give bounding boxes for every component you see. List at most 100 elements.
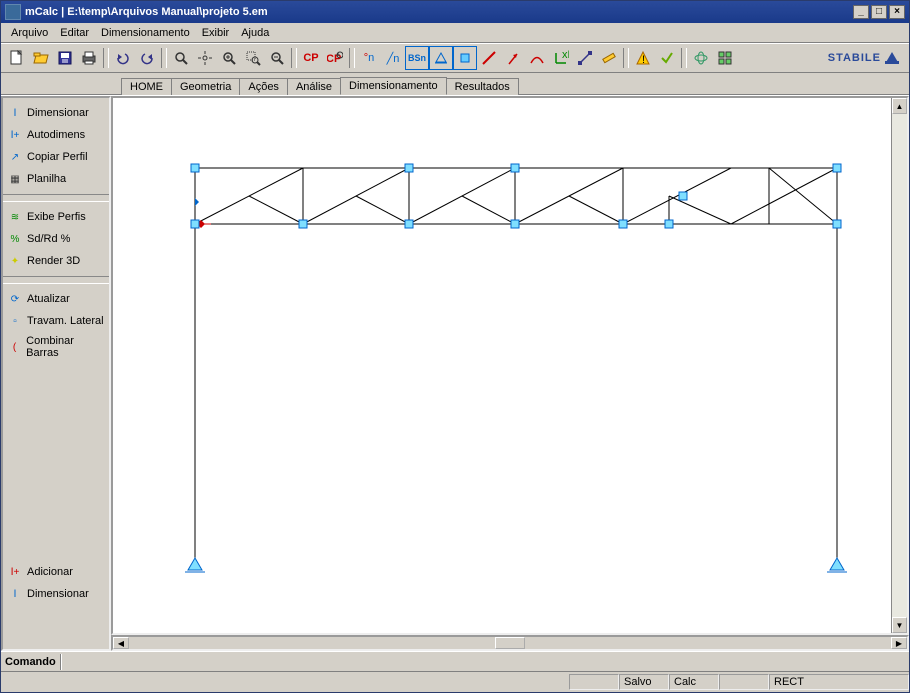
menu-editar[interactable]: Editar	[54, 25, 95, 41]
refresh-icon: ⟳	[7, 291, 23, 307]
view3d-icon[interactable]	[689, 46, 713, 70]
sidebar-item-travam[interactable]: ▫Travam. Lateral	[3, 310, 109, 332]
measure-icon[interactable]	[597, 46, 621, 70]
sidebar-item-autodimens[interactable]: Ⅰ+ Autodimens	[3, 124, 109, 146]
sidebar-item-combinar[interactable]: (Combinar Barras	[3, 332, 109, 362]
redo-icon[interactable]	[135, 46, 159, 70]
sidebar-item-label: Sd/Rd %	[27, 233, 70, 245]
cp-reset-icon[interactable]: CP	[323, 46, 347, 70]
menu-dimensionamento[interactable]: Dimensionamento	[95, 25, 196, 41]
axis-icon[interactable]: xL	[549, 46, 573, 70]
sidebar-item-adicionar[interactable]: Ⅰ+Adicionar	[3, 561, 109, 583]
canvas-wrap: ▲ ▼ ◀ ▶	[111, 96, 909, 651]
pan-icon[interactable]	[193, 46, 217, 70]
percent-icon: %	[7, 231, 23, 247]
sidebar-item-label: Exibe Perfis	[27, 211, 86, 223]
sidebar-item-dimensionar2[interactable]: Ⅰ Dimensionar	[3, 583, 109, 605]
sidebar-item-planilha[interactable]: ▦Planilha	[3, 168, 109, 190]
bsn-icon[interactable]: BSn	[405, 46, 429, 70]
edit-line-icon[interactable]	[573, 46, 597, 70]
status-empty2	[719, 674, 769, 690]
vertical-scrollbar[interactable]: ▲ ▼	[891, 98, 907, 633]
menu-exibir[interactable]: Exibir	[196, 25, 236, 41]
tab-bar: HOME Geometria Ações Análise Dimensionam…	[1, 73, 909, 95]
status-rect: RECT	[769, 674, 909, 690]
sidebar-item-label: Planilha	[27, 173, 66, 185]
svg-text:xL: xL	[562, 50, 569, 61]
open-icon[interactable]	[29, 46, 53, 70]
sidebar-item-label: Autodimens	[27, 129, 85, 141]
close-button[interactable]: ×	[889, 5, 905, 19]
zoom-out-icon[interactable]	[265, 46, 289, 70]
drawing-canvas[interactable]: ▲ ▼	[111, 96, 909, 635]
sidebar-item-render[interactable]: ✦Render 3D	[3, 250, 109, 272]
support-icon[interactable]	[429, 46, 453, 70]
sidebar-item-label: Render 3D	[27, 255, 80, 267]
cp-icon[interactable]: CP	[299, 46, 323, 70]
profile-icon: ≋	[7, 209, 23, 225]
menu-ajuda[interactable]: Ajuda	[235, 25, 275, 41]
main-toolbar: CP CP °n ╱n BSn xL ! STABILE	[1, 43, 909, 73]
undo-icon[interactable]	[111, 46, 135, 70]
sidebar-item-label: Combinar Barras	[26, 335, 105, 359]
scroll-up-icon[interactable]: ▲	[892, 98, 907, 114]
member-icon[interactable]	[477, 46, 501, 70]
node-select-icon[interactable]	[453, 46, 477, 70]
sidebar-item-label: Adicionar	[27, 566, 73, 578]
sidebar-item-exibe[interactable]: ≋ Exibe Perfis	[3, 206, 109, 228]
scroll-left-icon[interactable]: ◀	[113, 637, 129, 649]
zoom-window-icon[interactable]	[241, 46, 265, 70]
grid-icon[interactable]	[713, 46, 737, 70]
sidebar-item-sdrd[interactable]: % Sd/Rd %	[3, 228, 109, 250]
sidebar-item-copiar[interactable]: ↗ Copiar Perfil	[3, 146, 109, 168]
work-area: Ⅰ Dimensionar Ⅰ+ Autodimens ↗ Copiar Perfil…	[1, 95, 909, 651]
horizontal-scrollbar[interactable]: ◀ ▶	[111, 635, 909, 651]
maximize-button[interactable]: □	[871, 5, 887, 19]
status-bar: Salvo Calc RECT	[1, 671, 909, 691]
menubar: Arquivo Editar Dimensionamento Exibir Aj…	[1, 23, 909, 43]
copy-icon: ↗	[7, 149, 23, 165]
new-icon[interactable]	[5, 46, 29, 70]
arrow-up-icon[interactable]	[501, 46, 525, 70]
tab-resultados[interactable]: Resultados	[446, 78, 519, 95]
node-label-icon[interactable]: °n	[357, 46, 381, 70]
tab-geometria[interactable]: Geometria	[171, 78, 240, 95]
scroll-down-icon[interactable]: ▼	[892, 617, 907, 633]
sidebar-item-label: Dimensionar	[27, 588, 89, 600]
brand-label: STABILE	[828, 52, 905, 64]
sidebar-item-label: Dimensionar	[27, 107, 89, 119]
zoom-extents-icon[interactable]	[217, 46, 241, 70]
status-calc: Calc	[669, 674, 719, 690]
titlebar: mCalc | E:\temp\Arquivos Manual\projeto …	[1, 1, 909, 23]
sidebar-item-dimensionar[interactable]: Ⅰ Dimensionar	[3, 102, 109, 124]
ibeam-plus-icon: Ⅰ+	[7, 127, 23, 143]
menu-arquivo[interactable]: Arquivo	[5, 25, 54, 41]
ibeam-icon: Ⅰ	[7, 105, 23, 121]
svg-text:!: !	[642, 54, 645, 66]
curve-icon[interactable]	[525, 46, 549, 70]
structure-svg	[113, 98, 893, 618]
sidebar-item-atualizar[interactable]: ⟳ Atualizar	[3, 288, 109, 310]
sidebar: Ⅰ Dimensionar Ⅰ+ Autodimens ↗ Copiar Perfil…	[1, 96, 111, 651]
brand-icon	[885, 52, 899, 64]
save-icon[interactable]	[53, 46, 77, 70]
bar-label-icon[interactable]: ╱n	[381, 46, 405, 70]
command-label: Comando	[5, 656, 56, 668]
zoom-icon[interactable]	[169, 46, 193, 70]
warning-icon[interactable]: !	[631, 46, 655, 70]
check-icon[interactable]	[655, 46, 679, 70]
sidebar-item-label: Copiar Perfil	[27, 151, 88, 163]
tab-analise[interactable]: Análise	[287, 78, 341, 95]
app-icon	[5, 4, 21, 20]
status-salvo: Salvo	[619, 674, 669, 690]
minimize-button[interactable]: _	[853, 5, 869, 19]
ibeam-icon: Ⅰ	[7, 586, 23, 602]
sidebar-item-label: Atualizar	[27, 293, 70, 305]
sidebar-item-label: Travam. Lateral	[27, 315, 104, 327]
tab-home[interactable]: HOME	[121, 78, 172, 95]
scroll-right-icon[interactable]: ▶	[891, 637, 907, 649]
tab-dimensionamento[interactable]: Dimensionamento	[340, 77, 447, 95]
tab-acoes[interactable]: Ações	[239, 78, 288, 95]
scroll-thumb[interactable]	[495, 637, 525, 649]
print-icon[interactable]	[77, 46, 101, 70]
